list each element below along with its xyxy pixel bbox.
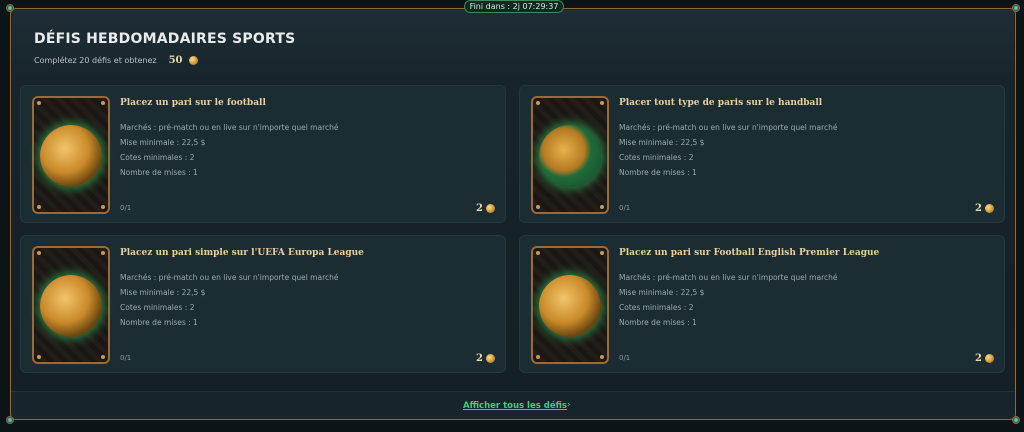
challenge-details: Marchés : pré-match ou en live sur n'imp… bbox=[120, 120, 338, 180]
challenge-card[interactable]: Placer tout type de paris sur le handbal… bbox=[519, 85, 1005, 223]
challenge-min-odds: Cotes minimales : 2 bbox=[120, 303, 195, 312]
challenge-card[interactable]: Placez un pari sur le football Marchés :… bbox=[20, 85, 506, 223]
challenge-title: Placez un pari sur Football English Prem… bbox=[619, 248, 880, 258]
coin-icon bbox=[486, 204, 495, 213]
coin-icon bbox=[188, 56, 198, 65]
challenge-details: Marchés : pré-match ou en live sur n'imp… bbox=[120, 270, 338, 330]
coin-icon bbox=[985, 204, 994, 213]
challenge-reward: 2 bbox=[476, 353, 495, 364]
challenge-reward: 2 bbox=[975, 203, 994, 214]
challenge-card[interactable]: Placez un pari simple sur l'UEFA Europa … bbox=[20, 235, 506, 373]
corner-gem-icon bbox=[1012, 4, 1020, 12]
subtitle-text: Complétez 20 défis et obtenez bbox=[34, 56, 157, 65]
challenge-progress: 0/1 bbox=[120, 354, 132, 362]
challenge-card-art bbox=[531, 96, 609, 214]
challenge-progress: 0/1 bbox=[619, 354, 631, 362]
challenge-markets: Marchés : pré-match ou en live sur n'imp… bbox=[619, 273, 838, 282]
show-all-challenges-link[interactable]: Afficher tous les défis bbox=[463, 401, 567, 411]
challenge-bets-count: Nombre de mises : 1 bbox=[619, 318, 697, 327]
reward-amount: 2 bbox=[476, 353, 483, 364]
challenge-reward: 2 bbox=[975, 353, 994, 364]
challenge-title: Placer tout type de paris sur le handbal… bbox=[619, 98, 823, 108]
handball-icon bbox=[539, 125, 601, 187]
challenge-title: Placez un pari simple sur l'UEFA Europa … bbox=[120, 248, 364, 258]
challenge-bets-count: Nombre de mises : 1 bbox=[619, 168, 697, 177]
reward-amount: 2 bbox=[975, 353, 982, 364]
challenge-min-stake: Mise minimale : 22,5 $ bbox=[619, 138, 705, 147]
challenge-markets: Marchés : pré-match ou en live sur n'imp… bbox=[120, 123, 339, 132]
challenge-min-odds: Cotes minimales : 2 bbox=[619, 303, 694, 312]
football-icon bbox=[40, 275, 102, 337]
challenge-bets-count: Nombre de mises : 1 bbox=[120, 318, 198, 327]
football-icon bbox=[539, 275, 601, 337]
challenge-min-stake: Mise minimale : 22,5 $ bbox=[120, 138, 206, 147]
challenge-details: Marchés : pré-match ou en live sur n'imp… bbox=[619, 270, 837, 330]
challenge-card-art bbox=[531, 246, 609, 364]
challenge-min-stake: Mise minimale : 22,5 $ bbox=[120, 288, 206, 297]
challenge-progress: 0/1 bbox=[120, 204, 132, 212]
challenge-details: Marchés : pré-match ou en live sur n'imp… bbox=[619, 120, 837, 180]
countdown-timer: Fini dans : 2j 07:29:37 bbox=[464, 0, 564, 13]
chevron-right-icon[interactable]: › bbox=[567, 400, 571, 410]
challenge-bets-count: Nombre de mises : 1 bbox=[120, 168, 198, 177]
challenge-title: Placez un pari sur le football bbox=[120, 98, 266, 108]
challenge-progress: 0/1 bbox=[619, 204, 631, 212]
coin-icon bbox=[985, 354, 994, 363]
corner-gem-icon bbox=[6, 4, 14, 12]
page-title: DÉFIS HEBDOMADAIRES SPORTS bbox=[34, 31, 296, 47]
subtitle: Complétez 20 défis et obtenez 50 bbox=[34, 55, 198, 66]
reward-amount: 2 bbox=[975, 203, 982, 214]
challenge-min-stake: Mise minimale : 22,5 $ bbox=[619, 288, 705, 297]
challenge-card[interactable]: Placez un pari sur Football English Prem… bbox=[519, 235, 1005, 373]
challenge-markets: Marchés : pré-match ou en live sur n'imp… bbox=[619, 123, 838, 132]
challenge-card-art bbox=[32, 96, 110, 214]
subtitle-reward-amount: 50 bbox=[168, 55, 183, 66]
challenge-reward: 2 bbox=[476, 203, 495, 214]
challenge-min-odds: Cotes minimales : 2 bbox=[619, 153, 694, 162]
challenges-panel: DÉFIS HEBDOMADAIRES SPORTS Complétez 20 … bbox=[6, 4, 1020, 424]
challenge-min-odds: Cotes minimales : 2 bbox=[120, 153, 195, 162]
football-icon bbox=[40, 125, 102, 187]
reward-amount: 2 bbox=[476, 203, 483, 214]
challenge-card-art bbox=[32, 246, 110, 364]
coin-icon bbox=[486, 354, 495, 363]
challenge-markets: Marchés : pré-match ou en live sur n'imp… bbox=[120, 273, 339, 282]
